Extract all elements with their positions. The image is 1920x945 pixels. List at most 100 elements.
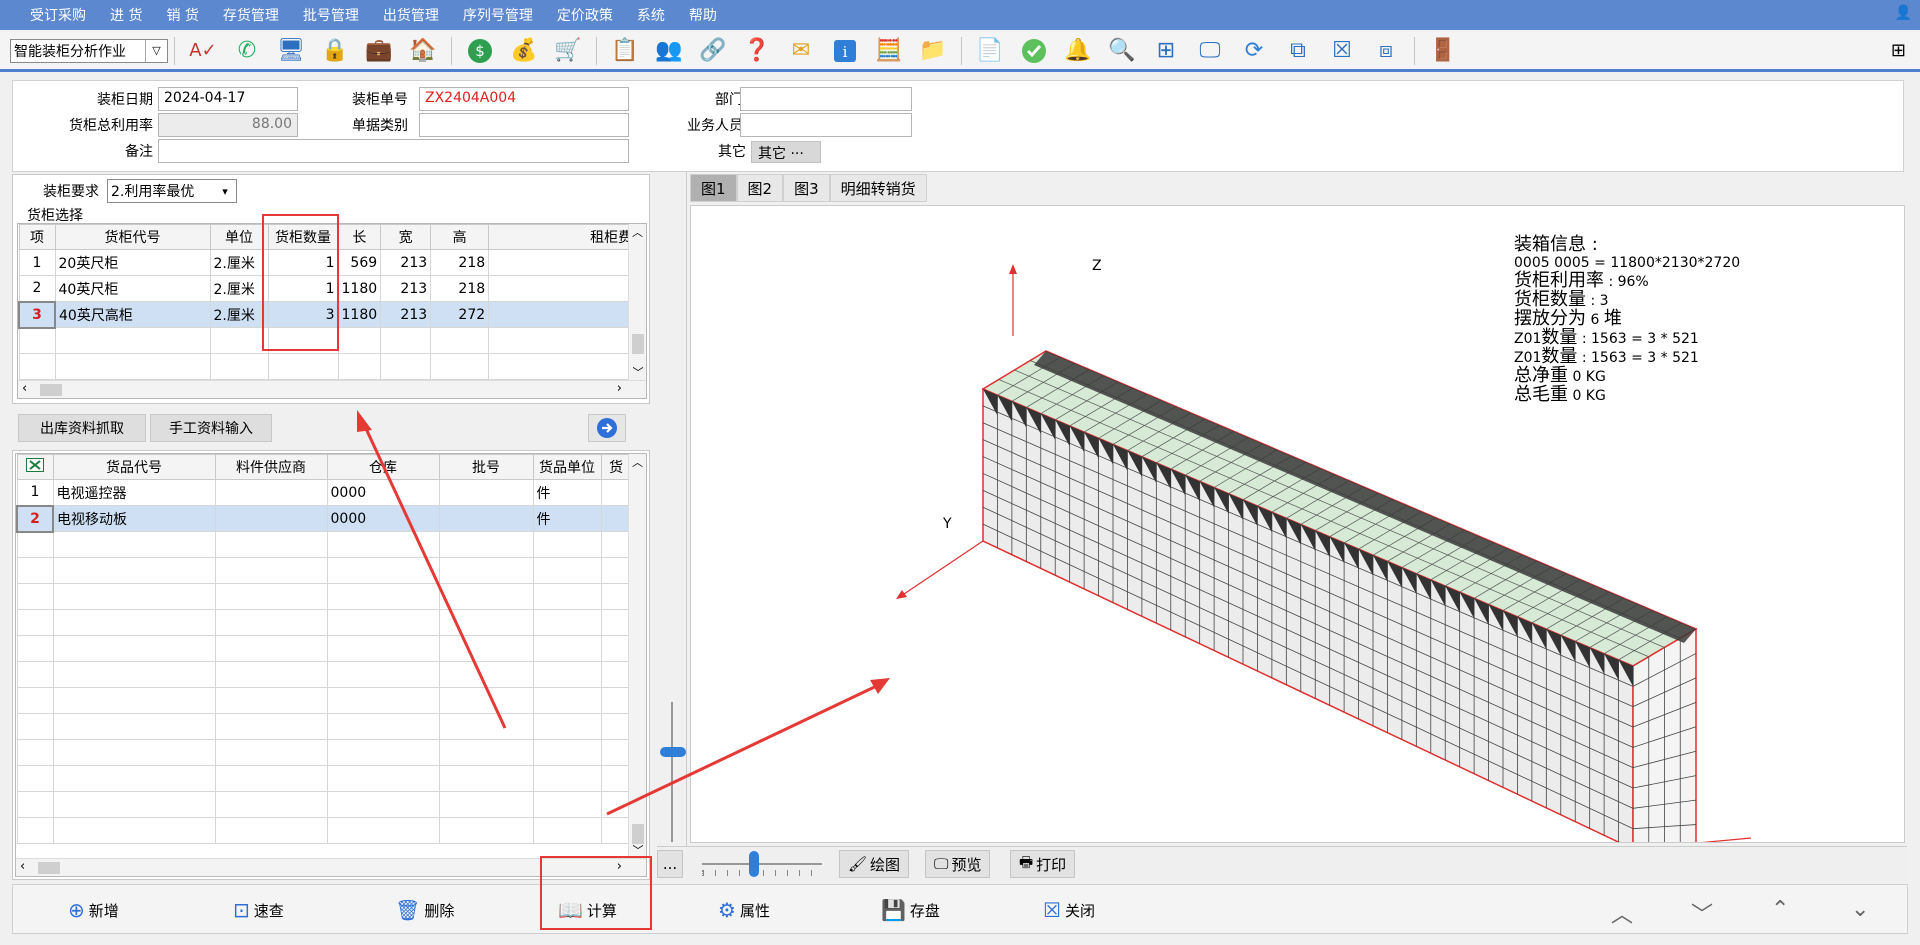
cell[interactable]: 1 (267, 275, 339, 302)
remark-field[interactable] (158, 139, 629, 163)
folder-icon[interactable]: 📁 (916, 34, 950, 68)
cell[interactable]: 2 (16, 504, 54, 533)
function-combo[interactable]: 智能装柜分析作业 ▽ (10, 38, 168, 63)
quick-search-button[interactable]: ⊡ 速查 (233, 897, 284, 923)
monitor-icon[interactable]: 🖵 (1193, 34, 1227, 68)
vertical-scrollbar[interactable]: ︿ ﹀ (628, 224, 646, 382)
cell[interactable] (600, 479, 632, 506)
slider-thumb[interactable] (660, 747, 686, 757)
col-header[interactable]: 单位 (209, 224, 269, 250)
cell[interactable]: 3 (18, 300, 56, 329)
table-row[interactable] (16, 713, 632, 740)
help-doc-icon[interactable]: ❓ (740, 34, 774, 68)
table-row[interactable] (16, 583, 632, 610)
menu-item-batch[interactable]: 批号管理 (303, 5, 359, 25)
col-header[interactable]: 货品单位 (532, 454, 602, 480)
menu-item-purchase[interactable]: 进 货 (110, 5, 142, 25)
double-chevron-up-icon[interactable]: ⌃ (1771, 897, 1789, 922)
add-button[interactable]: ⊕ 新增 (68, 897, 119, 923)
excel-export-icon[interactable] (16, 454, 54, 480)
scroll-down-icon[interactable]: ﹀ (629, 842, 646, 858)
cell[interactable]: 20英尺柜 (54, 249, 211, 276)
check-icon[interactable] (1017, 34, 1051, 68)
tab-view-3[interactable]: 图3 (783, 174, 830, 202)
menu-item-shipping[interactable]: 出货管理 (383, 5, 439, 25)
clipboard-icon[interactable]: 📋 (608, 34, 642, 68)
cell[interactable]: 272 (430, 301, 490, 328)
cell[interactable]: 569 (337, 249, 382, 276)
search-icon[interactable]: 🔍 (1105, 34, 1139, 68)
scroll-thumb[interactable] (632, 824, 644, 844)
table-row[interactable] (18, 327, 634, 354)
cell[interactable]: 1180 (337, 275, 382, 302)
chevron-down-icon[interactable]: ▽ (145, 39, 167, 62)
double-chevron-down-icon[interactable]: ⌄ (1851, 897, 1869, 922)
more-button[interactable]: ... (657, 850, 683, 878)
layout-icon[interactable]: ⊞ (1891, 40, 1906, 61)
exit-door-icon[interactable]: 🚪 (1426, 34, 1460, 68)
table-row[interactable] (16, 739, 632, 766)
col-header[interactable]: 货品代号 (52, 454, 216, 480)
tab-detail-to-sales[interactable]: 明细转销货 (829, 174, 927, 202)
scroll-thumb[interactable] (38, 862, 60, 874)
cell[interactable]: 213 (380, 275, 432, 302)
scroll-right-icon[interactable]: › (617, 381, 622, 396)
table-row[interactable]: 1 20英尺柜 2.厘米 1 569 213 218 (18, 249, 634, 276)
briefcase-icon[interactable]: 💼 (362, 34, 396, 68)
tab-view-2[interactable]: 图2 (736, 174, 784, 202)
next-button[interactable] (588, 414, 626, 442)
container-req-select[interactable]: 2.利用率最优 ▾ (107, 179, 237, 203)
table-row[interactable] (16, 635, 632, 662)
preview-button[interactable]: 🖵 预览 (925, 850, 991, 878)
table-row-selected[interactable]: 3 40英尺高柜 2.厘米 3 1180 213 272 (18, 300, 634, 329)
cell[interactable] (600, 505, 632, 532)
cell[interactable]: 0000 (326, 505, 440, 532)
lock-icon[interactable]: 🔒 (318, 34, 352, 68)
scroll-left-icon[interactable]: ‹ (20, 859, 25, 874)
table-row[interactable] (16, 661, 632, 688)
cell[interactable]: 2 (18, 275, 56, 302)
chevron-up-icon[interactable]: ︿ (1611, 897, 1633, 929)
cell[interactable]: 件 (532, 505, 602, 532)
col-header[interactable]: 长 (337, 224, 382, 250)
menu-item-pricing[interactable]: 定价政策 (557, 5, 613, 25)
cell[interactable]: 电视遥控器 (52, 479, 216, 506)
refresh-icon[interactable]: ⟳ (1237, 34, 1271, 68)
delete-button[interactable]: 🗑 删除 (395, 897, 454, 923)
horizontal-scrollbar[interactable]: ‹ › (18, 380, 646, 398)
money-bag-icon[interactable]: 💰 (507, 34, 541, 68)
spellcheck-icon[interactable]: A✓ (186, 34, 220, 68)
mail-icon[interactable]: ✉ (784, 34, 818, 68)
table-row[interactable] (16, 765, 632, 792)
close-window-icon[interactable]: ☒ (1325, 34, 1359, 68)
cell[interactable]: 40英尺柜 (54, 275, 211, 302)
cell[interactable]: 213 (380, 301, 432, 328)
date-field[interactable]: 2024-04-17 (158, 87, 298, 111)
cell[interactable] (438, 479, 534, 506)
table-row[interactable] (16, 791, 632, 818)
copy-icon[interactable]: 📄 (973, 34, 1007, 68)
col-header[interactable]: 高 (430, 224, 490, 250)
col-header[interactable]: 货 (600, 454, 632, 480)
cell[interactable]: 218 (430, 249, 490, 276)
table-row-selected[interactable]: 2 电视移动板 0000 件 (16, 504, 632, 533)
scroll-thumb[interactable] (40, 384, 62, 396)
vertical-scrollbar[interactable]: ︿ ﹀ (628, 454, 646, 860)
table-row[interactable] (18, 353, 634, 380)
phone-icon[interactable]: ✆ (230, 34, 264, 68)
table-row[interactable] (16, 531, 632, 558)
menu-item-inventory[interactable]: 存货管理 (223, 5, 279, 25)
chevron-down-icon[interactable]: ﹀ (1691, 897, 1713, 929)
scroll-down-icon[interactable]: ﹀ (629, 364, 646, 380)
doc-type-field[interactable] (419, 113, 629, 137)
horizontal-scrollbar[interactable]: ‹ › (16, 858, 646, 876)
cell[interactable]: 40英尺高柜 (54, 301, 211, 328)
tab-manual-input[interactable]: 手工资料输入 (150, 414, 272, 442)
save-button[interactable]: 💾 存盘 (881, 897, 940, 923)
properties-button[interactable]: ⚙ 属性 (718, 897, 770, 923)
table-row[interactable] (16, 687, 632, 714)
print-button[interactable]: 🖶 打印 (1010, 850, 1076, 878)
cell[interactable]: 2.厘米 (209, 301, 269, 328)
cell[interactable]: 电视移动板 (52, 505, 216, 532)
users-icon[interactable]: 👥 (652, 34, 686, 68)
